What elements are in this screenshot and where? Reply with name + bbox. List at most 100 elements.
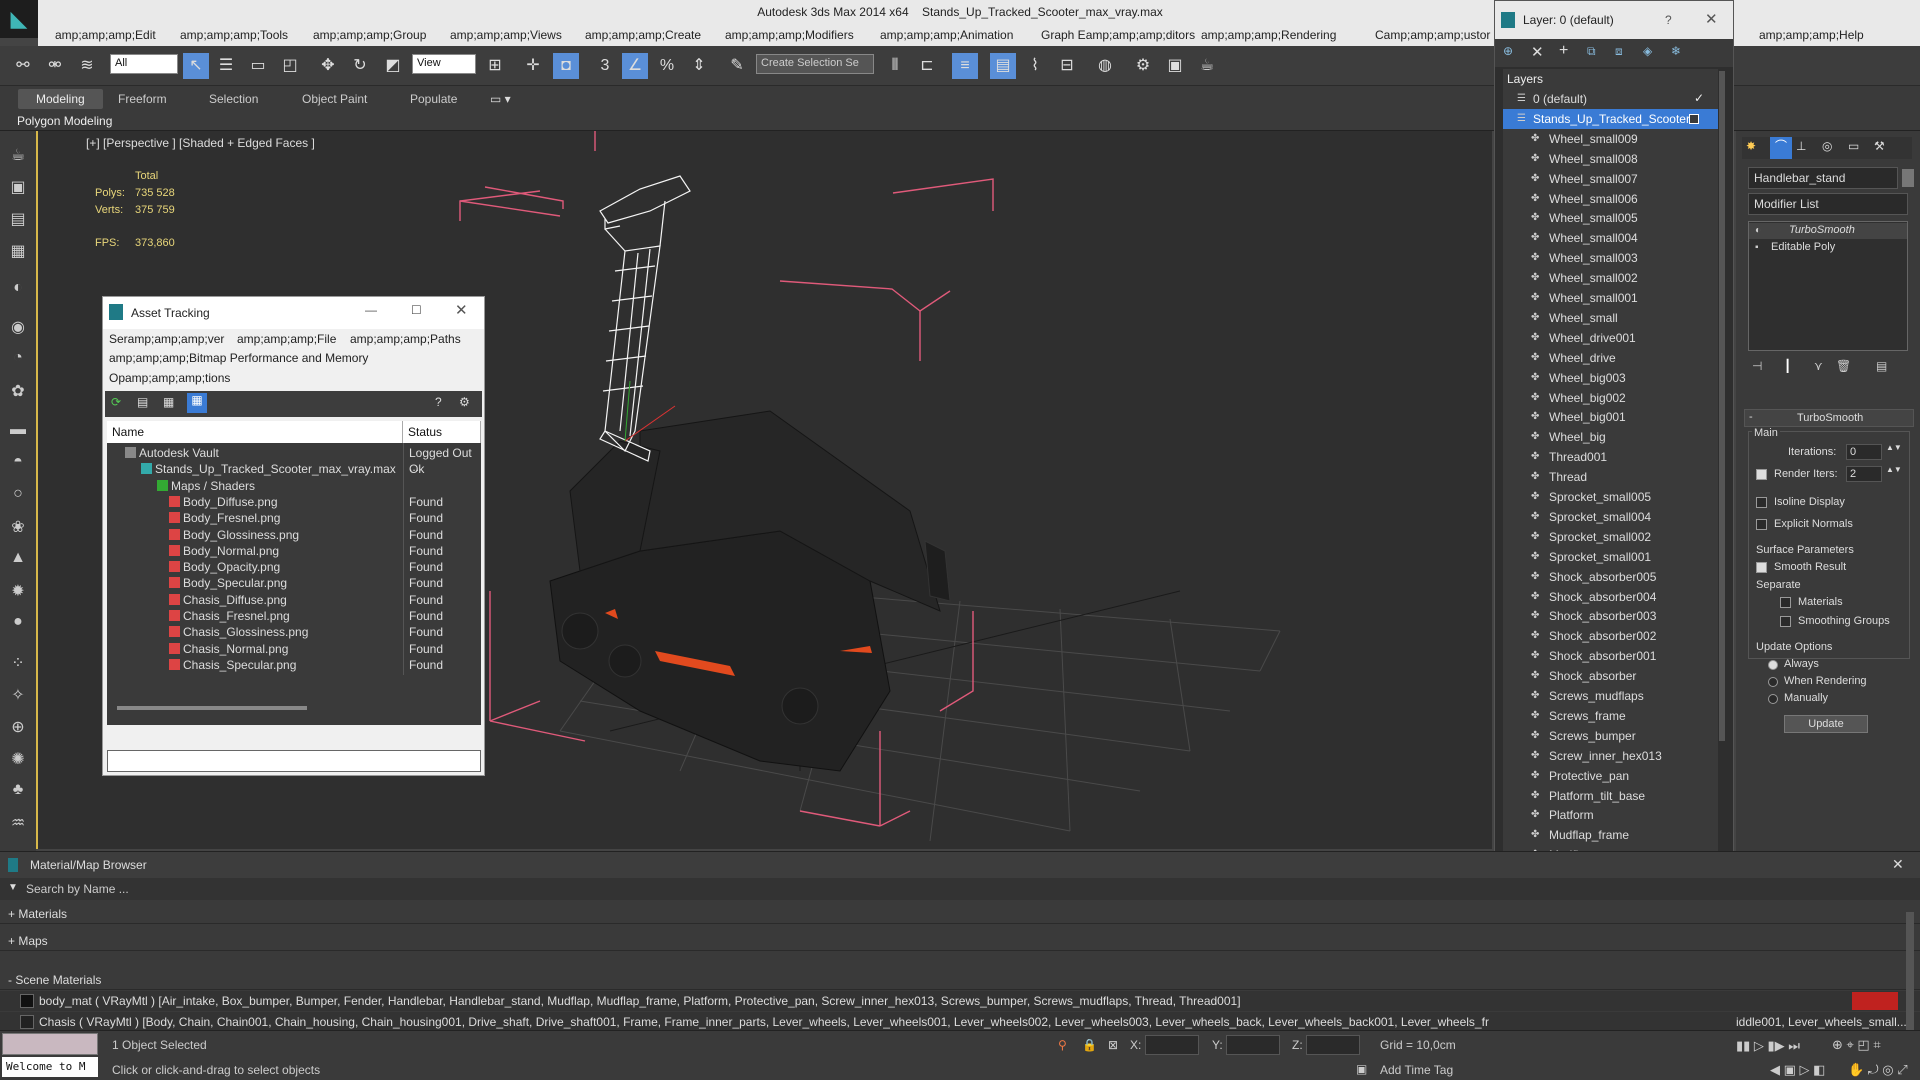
percent-snap-icon[interactable]: % [654,53,680,79]
help-icon[interactable]: ? [435,395,442,409]
create-tab-icon[interactable]: ✸ [1746,139,1756,153]
minimize-icon[interactable]: — [365,303,377,317]
set-current-layer-icon[interactable] [1689,113,1699,124]
layer-object-item[interactable]: ✤ Wheel_small008 [1503,149,1718,169]
disc-icon[interactable]: ● [7,613,29,635]
layer-object-item[interactable]: ✤ Wheel_small003 [1503,248,1718,268]
modify-tab-icon[interactable]: ⌒ [1770,137,1792,159]
helper-icon[interactable]: ◔ [7,349,29,371]
material-browser-scrollbar[interactable] [1906,912,1914,1032]
spinner-snap-icon[interactable]: ⇕ [686,53,712,79]
layer-object-item[interactable]: ✤ Sprocket_small002 [1503,527,1718,547]
tab-modeling[interactable]: Modeling [18,89,103,109]
scooter-model[interactable] [549,175,951,772]
sphere-icon[interactable]: ◓ [7,453,29,475]
spinner-arrows-icon[interactable]: ▲▼ [1886,443,1902,452]
stack-item-editable-poly[interactable]: ▪ Editable Poly [1749,240,1907,256]
layer-object-item[interactable]: ✤ Shock_absorber003 [1503,606,1718,626]
zoom-extents-icon[interactable]: ⊕ ⌖ ◰ ⌗ [1832,1037,1881,1053]
material-search-bar[interactable]: ▼ Search by Name ... [0,878,1920,900]
layer-object-item[interactable]: ✤ Sprocket_small005 [1503,487,1718,507]
current-layer-check-icon[interactable]: ✓ [1694,91,1704,105]
material-editor-icon[interactable]: ◍ [1092,53,1118,79]
bind-spacewarp-icon[interactable]: ≋ [74,53,100,79]
layer-object-item[interactable]: ✤ Mudflap_frame [1503,825,1718,845]
layer-object-item[interactable]: ✤ Wheel_small005 [1503,208,1718,228]
menu-graph-editors[interactable]: Graph Eamp;amp;amp;ditors [1041,28,1195,42]
box-icon[interactable]: ▬ [7,421,29,443]
freeze-all-icon[interactable]: ❄ [1671,44,1681,58]
y-coordinate-field[interactable] [1226,1035,1280,1055]
layer-object-item[interactable]: ✤ Wheel_small009 [1503,129,1718,149]
angle-snap-icon[interactable]: ∠ [622,53,648,79]
circle-icon[interactable]: ○ [7,485,29,507]
hair-icon[interactable]: ♒ [7,813,29,835]
rendered-frame-icon[interactable]: ▣ [1162,53,1188,79]
hierarchy-tab-icon[interactable]: ⊥ [1796,139,1806,153]
layer-object-item[interactable]: ✤ Wheel_small007 [1503,169,1718,189]
layer-object-item[interactable]: ✤ Wheel_small [1503,308,1718,328]
compass-icon[interactable]: ⊕ [7,717,29,739]
x-coordinate-field[interactable] [1145,1035,1199,1055]
layer-object-item[interactable]: ✤ Sprocket_small001 [1503,547,1718,567]
scale-icon[interactable]: ◩ [380,53,406,79]
close-icon[interactable]: ✕ [1705,10,1718,28]
lightbulb-icon[interactable]: ◐ [1755,225,1761,236]
iterations-spinner[interactable]: 0 [1846,444,1882,460]
rect-selection-icon[interactable]: ▭ [245,53,271,79]
object-color-swatch[interactable] [1902,169,1914,187]
menu-tools[interactable]: amp;amp;amp;Tools [180,28,288,42]
layer-object-item[interactable]: ✤ Wheel_drive [1503,348,1718,368]
menu-modifiers[interactable]: amp;amp;amp;Modifiers [725,28,854,42]
sun-icon[interactable]: ✹ [7,581,29,603]
turbosmooth-rollout-header[interactable]: - TurboSmooth [1744,409,1914,427]
menu-bitmap-performance[interactable]: amp;amp;amp;Bitmap Performance and Memor… [109,351,368,365]
asset-path-field[interactable] [107,750,481,772]
layer-object-item[interactable]: ✤ Platform_tilt_base [1503,786,1718,806]
hide-all-icon[interactable]: ◈ [1643,44,1652,58]
globe-icon[interactable]: ✺ [7,749,29,771]
select-object-icon[interactable]: ↖ [183,53,209,79]
align-icon[interactable]: ⊏ [914,53,940,79]
layer-object-item[interactable]: ✤ Thread001 [1503,447,1718,467]
materials-group[interactable]: + Materials [0,904,1920,924]
modifier-list-dropdown[interactable]: Modifier List [1748,193,1908,215]
layer-object-item[interactable]: ✤ Wheel_big003 [1503,368,1718,388]
edit-named-selection-icon[interactable]: ✎ [724,53,750,79]
time-tag-icon[interactable]: ▣ [1356,1062,1367,1076]
maxscript-input[interactable]: Welcome to M [2,1057,98,1077]
layer-object-item[interactable]: ✤ Screws_bumper [1503,726,1718,746]
layer-object-item[interactable]: ✤ Wheel_big [1503,427,1718,447]
tab-freeform[interactable]: Freeform [118,92,167,106]
layer-object-item[interactable]: ✤ Platform [1503,805,1718,825]
isolate-icon[interactable]: ⚲ [1058,1038,1067,1052]
material-row-body[interactable]: body_mat ( VRayMtl ) [Air_intake, Box_bu… [0,991,1920,1011]
close-icon[interactable]: ✕ [455,301,468,319]
plant-icon[interactable]: ♣ [7,781,29,803]
menu-options[interactable]: Opamp;amp;amp;tions [109,371,230,385]
menu-server[interactable]: Seramp;amp;amp;ver [109,332,224,346]
maps-group[interactable]: + Maps [0,931,1920,951]
display-tab-icon[interactable]: ▭ [1848,139,1859,153]
select-manipulate-icon[interactable]: ✛ [520,53,546,79]
layer-object-item[interactable]: ✤ Shock_absorber005 [1503,567,1718,587]
move-icon[interactable]: ✥ [315,53,341,79]
expand-icon[interactable]: ▪ [1755,242,1759,253]
asset-row[interactable]: Chasis_Specular.png Found [107,654,481,675]
handlebar-wireframe[interactable] [599,175,691,462]
layer-object-item[interactable]: ✤ Wheel_big001 [1503,407,1718,427]
update-button[interactable]: Update [1784,715,1868,733]
cone-icon[interactable]: ▲ [7,549,29,571]
pin-stack-icon[interactable]: ⊣ [1752,359,1762,373]
grid-icon[interactable]: ▦ [7,241,29,263]
snaps-toggle-icon[interactable]: 3 [592,53,618,79]
lock-selection-icon[interactable]: 🔒 [1082,1038,1097,1052]
tab-populate[interactable]: Populate [410,92,457,106]
maximize-icon[interactable]: ☐ [411,303,422,317]
add-time-tag[interactable]: Add Time Tag [1380,1063,1453,1077]
isoline-checkbox[interactable] [1756,497,1767,508]
menu-file[interactable]: amp;amp;amp;File [237,332,336,346]
layer-object-item[interactable]: ✤ Sprocket_small004 [1503,507,1718,527]
motion-tab-icon[interactable]: ◎ [1822,139,1832,153]
search-options-icon[interactable]: ▼ [8,882,18,893]
